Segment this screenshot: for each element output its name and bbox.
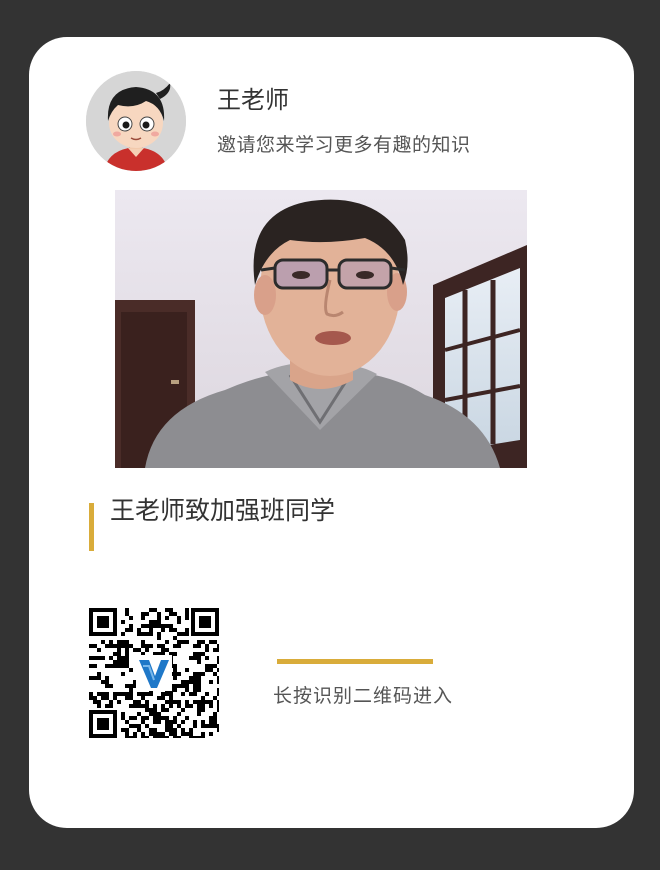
user-name: 王老师 [217, 86, 289, 114]
cartoon-avatar-icon [86, 71, 186, 171]
invitation-card: 王老师 邀请您来学习更多有趣的知识 王老师致加强班同学 长按识别二维码进入 [29, 37, 634, 828]
post-title: 王老师致加强班同学 [110, 496, 336, 525]
qr-code[interactable] [89, 608, 221, 740]
scan-accent-line [277, 659, 433, 664]
qr-code-icon [89, 608, 221, 740]
photo-image [115, 190, 527, 468]
invite-subtitle: 邀请您来学习更多有趣的知识 [217, 134, 471, 156]
title-accent-bar [89, 503, 94, 551]
teacher-photo[interactable] [115, 190, 527, 468]
scan-hint-text: 长按识别二维码进入 [273, 685, 454, 707]
avatar[interactable] [86, 71, 186, 171]
